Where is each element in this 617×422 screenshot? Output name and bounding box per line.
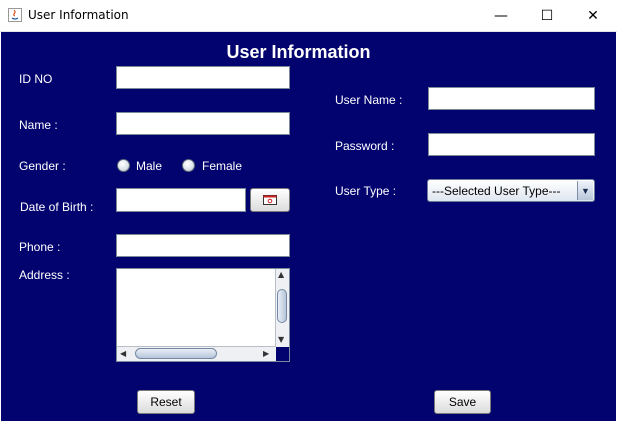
phone-label: Phone : xyxy=(19,240,61,254)
date-picker-button[interactable] xyxy=(250,188,290,212)
horizontal-scroll-thumb[interactable] xyxy=(135,348,217,359)
java-app-icon xyxy=(8,8,22,22)
username-field[interactable] xyxy=(428,87,595,110)
dropdown-arrow-icon[interactable]: ▼ xyxy=(577,181,593,200)
gender-label: Gender : xyxy=(19,159,66,173)
maximize-button[interactable]: ☐ xyxy=(524,0,570,31)
dob-label: Date of Birth : xyxy=(20,200,94,214)
close-icon: ✕ xyxy=(587,7,599,24)
scroll-left-icon[interactable]: ◀ xyxy=(120,349,126,359)
dob-field[interactable] xyxy=(116,188,246,212)
address-vertical-scrollbar[interactable]: ▲ ▼ xyxy=(275,269,289,347)
close-button[interactable]: ✕ xyxy=(570,0,616,31)
usertype-label: User Type : xyxy=(335,184,397,198)
password-label: Password : xyxy=(335,139,395,153)
maximize-icon: ☐ xyxy=(540,7,554,24)
scroll-right-icon[interactable]: ▶ xyxy=(263,349,269,359)
username-label: User Name : xyxy=(335,93,403,107)
gender-female-label: Female xyxy=(202,159,243,173)
gender-male-label: Male xyxy=(136,159,163,173)
form-heading: User Information xyxy=(226,42,371,62)
name-label: Name : xyxy=(19,118,58,132)
name-field[interactable] xyxy=(116,112,290,135)
scroll-down-icon[interactable]: ▼ xyxy=(278,335,284,345)
phone-field[interactable] xyxy=(116,234,290,257)
password-field[interactable] xyxy=(428,133,595,156)
title-bar: User Information — ☐ ✕ xyxy=(0,0,617,32)
address-horizontal-scrollbar[interactable]: ◀ ▶ xyxy=(117,346,276,361)
usertype-selected-value: ---Selected User Type--- xyxy=(432,184,561,198)
save-button[interactable]: Save xyxy=(434,390,491,414)
gender-female-radio[interactable] xyxy=(182,159,195,172)
address-label: Address : xyxy=(19,268,70,282)
window-title: User Information xyxy=(28,8,129,22)
scrollbar-corner xyxy=(276,347,289,361)
reset-button[interactable]: Reset xyxy=(137,390,195,414)
id-field[interactable] xyxy=(116,66,290,89)
calendar-icon xyxy=(263,195,277,205)
minimize-button[interactable]: — xyxy=(478,0,524,31)
usertype-dropdown[interactable]: ---Selected User Type--- ▼ xyxy=(427,179,595,202)
vertical-scroll-thumb[interactable] xyxy=(277,289,287,323)
scroll-up-icon[interactable]: ▲ xyxy=(278,270,284,280)
id-label: ID NO xyxy=(19,72,53,86)
gender-male-radio[interactable] xyxy=(117,159,130,172)
form-panel: User Information ID NO Name : Gender : M… xyxy=(1,32,616,421)
address-textarea[interactable]: ▲ ▼ ◀ ▶ xyxy=(116,268,290,362)
minimize-icon: — xyxy=(494,7,508,24)
